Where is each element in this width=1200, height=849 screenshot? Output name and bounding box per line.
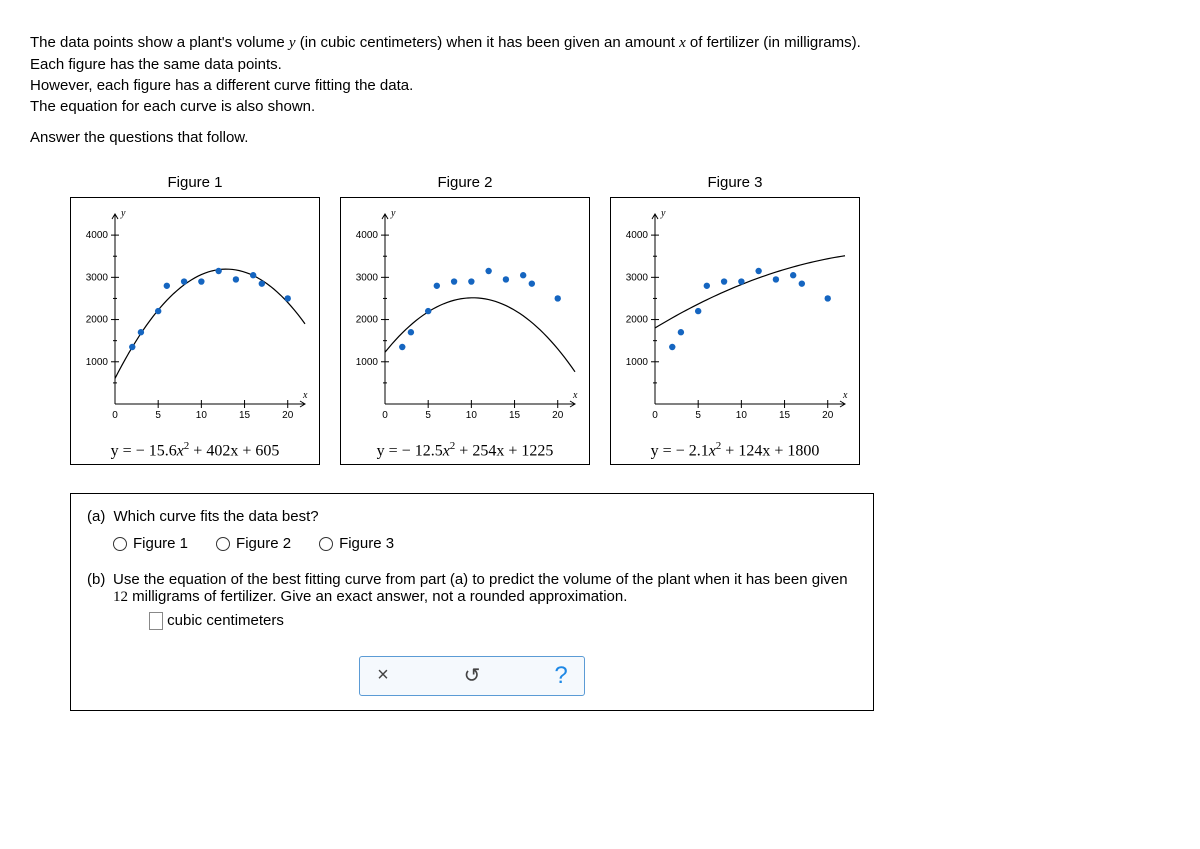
question-a: (a) Which curve fits the data best? Figu… [87, 508, 857, 555]
svg-text:y: y [660, 208, 666, 219]
q-b-num: 12 [113, 589, 128, 605]
figure-box: 1000 2000 3000 4000 0 5 10 15 20 y x y = − 15.6x2 +… [70, 197, 320, 465]
svg-text:x: x [302, 390, 308, 401]
svg-text:3000: 3000 [86, 272, 109, 283]
svg-text:20: 20 [282, 410, 294, 421]
var-x: x [679, 35, 686, 51]
svg-text:1000: 1000 [626, 357, 649, 368]
svg-text:x: x [842, 390, 848, 401]
figure-box: 1000 2000 3000 4000 0 5 10 15 20 y x y = − 2.1x2 + … [610, 197, 860, 465]
figure-3: Figure 3 1000 2000 3000 4000 0 5 10 15 20 y x y = −… [610, 174, 860, 465]
radio-label: Figure 2 [236, 535, 291, 552]
svg-text:2000: 2000 [356, 315, 379, 326]
help-button[interactable]: ? [550, 665, 572, 687]
svg-text:0: 0 [652, 410, 658, 421]
svg-text:2000: 2000 [626, 315, 649, 326]
svg-text:0: 0 [382, 410, 388, 421]
radio-icon [113, 537, 127, 551]
svg-text:1000: 1000 [356, 357, 379, 368]
action-toolbar: × ↺ ? [359, 656, 585, 696]
radio-icon [216, 537, 230, 551]
svg-text:y: y [120, 208, 126, 219]
help-icon: ? [554, 662, 567, 690]
radio-icon [319, 537, 333, 551]
svg-text:15: 15 [239, 410, 251, 421]
figure-title: Figure 1 [70, 174, 320, 191]
close-button[interactable]: × [372, 665, 394, 687]
svg-text:10: 10 [736, 410, 748, 421]
svg-text:2000: 2000 [86, 315, 109, 326]
svg-text:4000: 4000 [86, 230, 109, 241]
figure-equation: y = − 15.6x2 + 402x + 605 [75, 440, 315, 460]
q-b-text: Use the equation of the best fitting cur… [113, 571, 848, 588]
svg-text:1000: 1000 [86, 357, 109, 368]
intro-text: (in cubic centimeters) when it has been … [296, 34, 680, 51]
q-a-text: Which curve fits the data best? [114, 508, 319, 525]
answer-line: cubic centimeters [149, 612, 857, 630]
figure-2: Figure 2 1000 2000 3000 4000 0 5 10 15 20 y x y = −… [340, 174, 590, 465]
intro-text: The equation for each curve is also show… [30, 98, 1170, 115]
svg-text:3000: 3000 [626, 272, 649, 283]
intro-text: The data points show a plant's volume [30, 34, 289, 51]
svg-text:15: 15 [509, 410, 521, 421]
svg-text:4000: 4000 [626, 230, 649, 241]
var-y: y [289, 35, 296, 51]
svg-text:y: y [390, 208, 396, 219]
reset-button[interactable]: ↺ [461, 665, 483, 687]
answer-unit: cubic centimeters [163, 612, 284, 629]
radio-label: Figure 3 [339, 535, 394, 552]
intro-text: However, each figure has a different cur… [30, 77, 1170, 94]
radio-label: Figure 1 [133, 535, 188, 552]
figure-equation: y = − 12.5x2 + 254x + 1225 [345, 440, 585, 460]
figure-1: Figure 1 1000 2000 3000 4000 0 5 10 15 20 y x y = −… [70, 174, 320, 465]
svg-text:4000: 4000 [356, 230, 379, 241]
chart-plot: 1000 2000 3000 4000 0 5 10 15 20 y x [345, 204, 585, 434]
svg-text:5: 5 [425, 410, 431, 421]
reset-icon: ↺ [464, 663, 481, 688]
intro-text: Each figure has the same data points. [30, 56, 1170, 73]
q-b-text: milligrams of fertilizer. Give an exact … [128, 588, 627, 605]
radio-option-figure-3[interactable]: Figure 3 [319, 535, 394, 552]
radio-option-figure-1[interactable]: Figure 1 [113, 535, 188, 552]
figure-title: Figure 2 [340, 174, 590, 191]
radio-option-figure-2[interactable]: Figure 2 [216, 535, 291, 552]
svg-text:10: 10 [196, 410, 208, 421]
svg-text:15: 15 [779, 410, 791, 421]
intro-text: of fertilizer (in milligrams). [686, 34, 861, 51]
figures-row: Figure 1 100020003000400005101520yxy = −… [70, 174, 1170, 465]
problem-intro: The data points show a plant's volume y … [30, 34, 1170, 146]
svg-text:5: 5 [155, 410, 161, 421]
chart-plot: 1000 2000 3000 4000 0 5 10 15 20 y x [75, 204, 315, 434]
chart-plot: 1000 2000 3000 4000 0 5 10 15 20 y x [615, 204, 855, 434]
figure-box: 1000 2000 3000 4000 0 5 10 15 20 y x y = − 12.5x2 +… [340, 197, 590, 465]
svg-text:5: 5 [695, 410, 701, 421]
q-b-label: (b) [87, 571, 113, 606]
question-b: (b) Use the equation of the best fitting… [87, 571, 857, 630]
svg-text:10: 10 [466, 410, 478, 421]
figure-title: Figure 3 [610, 174, 860, 191]
answer-input[interactable] [149, 612, 163, 630]
figure-equation: y = − 2.1x2 + 124x + 1800 [615, 440, 855, 460]
q-a-label: (a) [87, 508, 105, 525]
svg-text:x: x [572, 390, 578, 401]
intro-text: Answer the questions that follow. [30, 129, 1170, 146]
close-icon: × [377, 664, 389, 687]
svg-text:20: 20 [822, 410, 834, 421]
svg-text:0: 0 [112, 410, 118, 421]
questions-box: (a) Which curve fits the data best? Figu… [70, 493, 874, 711]
q-a-options: Figure 1 Figure 2 Figure 3 [113, 535, 857, 555]
svg-text:20: 20 [552, 410, 564, 421]
svg-text:3000: 3000 [356, 272, 379, 283]
